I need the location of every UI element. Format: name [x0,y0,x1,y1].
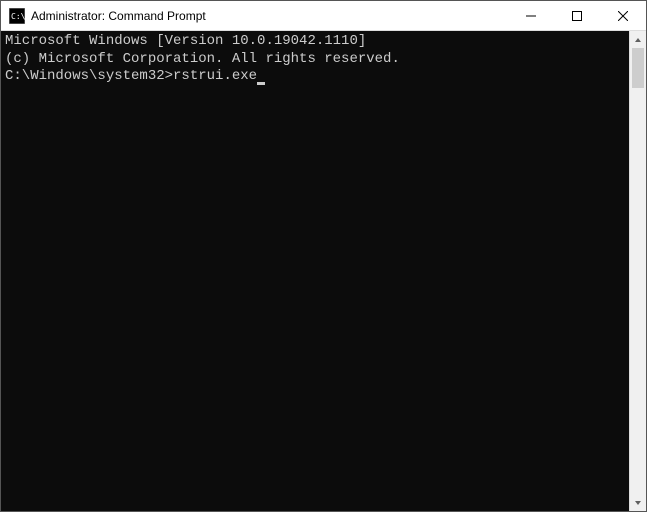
maximize-button[interactable] [554,1,600,31]
window-controls [508,1,646,30]
version-line: Microsoft Windows [Version 10.0.19042.11… [5,33,625,51]
window-title: Administrator: Command Prompt [31,9,508,23]
titlebar[interactable]: C:\ Administrator: Command Prompt [1,1,646,31]
cmd-icon: C:\ [9,8,25,24]
content-area: Microsoft Windows [Version 10.0.19042.11… [1,31,646,511]
terminal-output[interactable]: Microsoft Windows [Version 10.0.19042.11… [1,31,629,511]
close-button[interactable] [600,1,646,31]
scroll-down-arrow[interactable] [630,494,646,511]
prompt-line: C:\Windows\system32>rstrui.exe [5,68,625,86]
cursor [257,82,265,85]
vertical-scrollbar[interactable] [629,31,646,511]
copyright-line: (c) Microsoft Corporation. All rights re… [5,51,625,69]
scroll-track[interactable] [630,48,646,494]
scroll-thumb[interactable] [632,48,644,88]
command-prompt-window: C:\ Administrator: Command Prompt Micros… [0,0,647,512]
prompt-path: C:\Windows\system32> [5,68,173,84]
svg-text:C:\: C:\ [11,12,25,21]
minimize-button[interactable] [508,1,554,31]
scroll-up-arrow[interactable] [630,31,646,48]
command-input[interactable]: rstrui.exe [173,68,257,84]
